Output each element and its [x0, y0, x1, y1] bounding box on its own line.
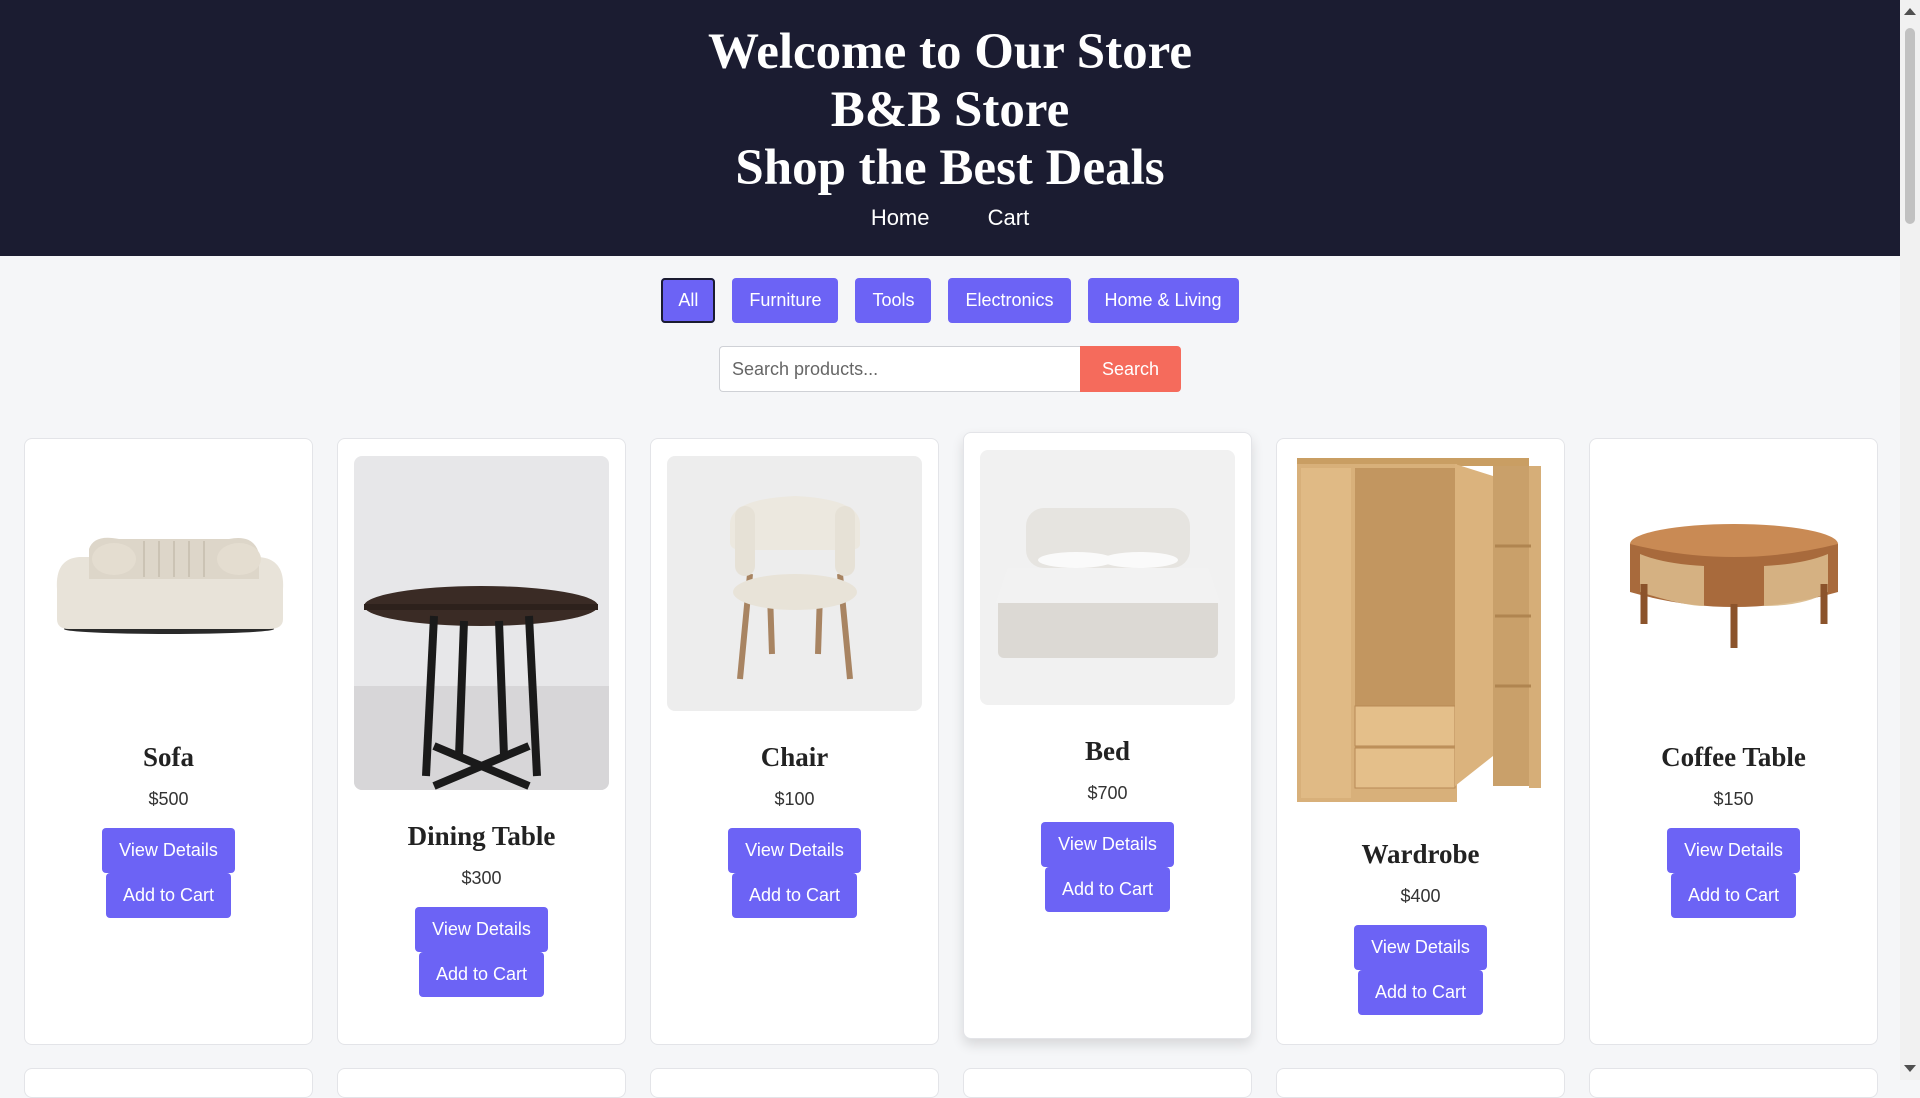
- product-card-wardrobe: Wardrobe $400 View Details Add to Cart: [1276, 438, 1565, 1045]
- filter-furniture-button[interactable]: Furniture: [732, 278, 839, 323]
- view-details-button[interactable]: View Details: [1667, 828, 1800, 873]
- view-details-button[interactable]: View Details: [102, 828, 235, 873]
- add-to-cart-button[interactable]: Add to Cart: [1671, 873, 1796, 918]
- product-card-chair: Chair $100 View Details Add to Cart: [650, 438, 939, 1045]
- wardrobe-image: [1293, 456, 1548, 808]
- sofa-image: [41, 456, 296, 711]
- scroll-up-icon[interactable]: [1904, 8, 1916, 15]
- add-to-cart-button[interactable]: Add to Cart: [732, 873, 857, 918]
- product-price: $400: [1400, 886, 1441, 906]
- filter-electronics-button[interactable]: Electronics: [948, 278, 1071, 323]
- product-card-partial: [24, 1068, 313, 1098]
- product-card-sofa: Sofa $500 View Details Add to Cart: [24, 438, 313, 1045]
- product-price: $100: [774, 789, 815, 809]
- product-card-partial: [963, 1068, 1252, 1098]
- product-price: $500: [148, 789, 189, 809]
- nav-home-link[interactable]: Home: [871, 205, 930, 230]
- add-to-cart-button[interactable]: Add to Cart: [419, 952, 544, 997]
- add-to-cart-button[interactable]: Add to Cart: [1045, 867, 1170, 912]
- vertical-scrollbar[interactable]: [1900, 0, 1920, 1080]
- search-input[interactable]: [719, 346, 1080, 392]
- search-button[interactable]: Search: [1080, 346, 1181, 392]
- product-card-dining-table: Dining Table $300 View Details Add to Ca…: [337, 438, 626, 1045]
- product-name: Bed: [1084, 736, 1130, 766]
- product-card-partial: [1276, 1068, 1565, 1098]
- coffee-table-image: [1606, 456, 1861, 711]
- search-bar: Search: [719, 346, 1181, 392]
- view-details-button[interactable]: View Details: [728, 828, 861, 873]
- filter-tools-button[interactable]: Tools: [855, 278, 932, 323]
- filter-home-living-button[interactable]: Home & Living: [1087, 278, 1239, 323]
- view-details-button[interactable]: View Details: [415, 907, 548, 952]
- product-name: Chair: [760, 742, 829, 772]
- dining-table-image: [354, 456, 609, 790]
- product-name: Sofa: [142, 742, 194, 772]
- category-filters: All Furniture Tools Electronics Home & L…: [0, 278, 1900, 323]
- product-price: $150: [1713, 789, 1754, 809]
- scroll-down-icon[interactable]: [1904, 1065, 1916, 1072]
- product-name: Dining Table: [407, 821, 556, 851]
- product-name: Coffee Table: [1661, 742, 1806, 772]
- scrollbar-thumb[interactable]: [1905, 28, 1915, 224]
- store-name: B&B Store: [830, 82, 1070, 138]
- filter-all-button[interactable]: All: [661, 278, 716, 323]
- site-header: Welcome to Our Store B&B Store Shop the …: [0, 0, 1900, 256]
- product-price: $300: [461, 868, 502, 888]
- add-to-cart-button[interactable]: Add to Cart: [106, 873, 231, 918]
- page-subtitle: Shop the Best Deals: [735, 140, 1165, 196]
- page-title: Welcome to Our Store: [708, 24, 1192, 80]
- bed-image: [980, 450, 1235, 705]
- product-card-partial: [650, 1068, 939, 1098]
- product-name: Wardrobe: [1361, 839, 1480, 869]
- chair-image: [667, 456, 922, 711]
- product-price: $700: [1087, 783, 1128, 803]
- product-card-coffee-table: Coffee Table $150 View Details Add to Ca…: [1589, 438, 1878, 1045]
- product-card-partial: [1589, 1068, 1878, 1098]
- main-nav: Home Cart: [0, 205, 1900, 231]
- nav-cart-link[interactable]: Cart: [988, 205, 1030, 230]
- add-to-cart-button[interactable]: Add to Cart: [1358, 970, 1483, 1015]
- product-card-bed: Bed $700 View Details Add to Cart: [963, 432, 1252, 1039]
- view-details-button[interactable]: View Details: [1041, 822, 1174, 867]
- product-card-partial: [337, 1068, 626, 1098]
- view-details-button[interactable]: View Details: [1354, 925, 1487, 970]
